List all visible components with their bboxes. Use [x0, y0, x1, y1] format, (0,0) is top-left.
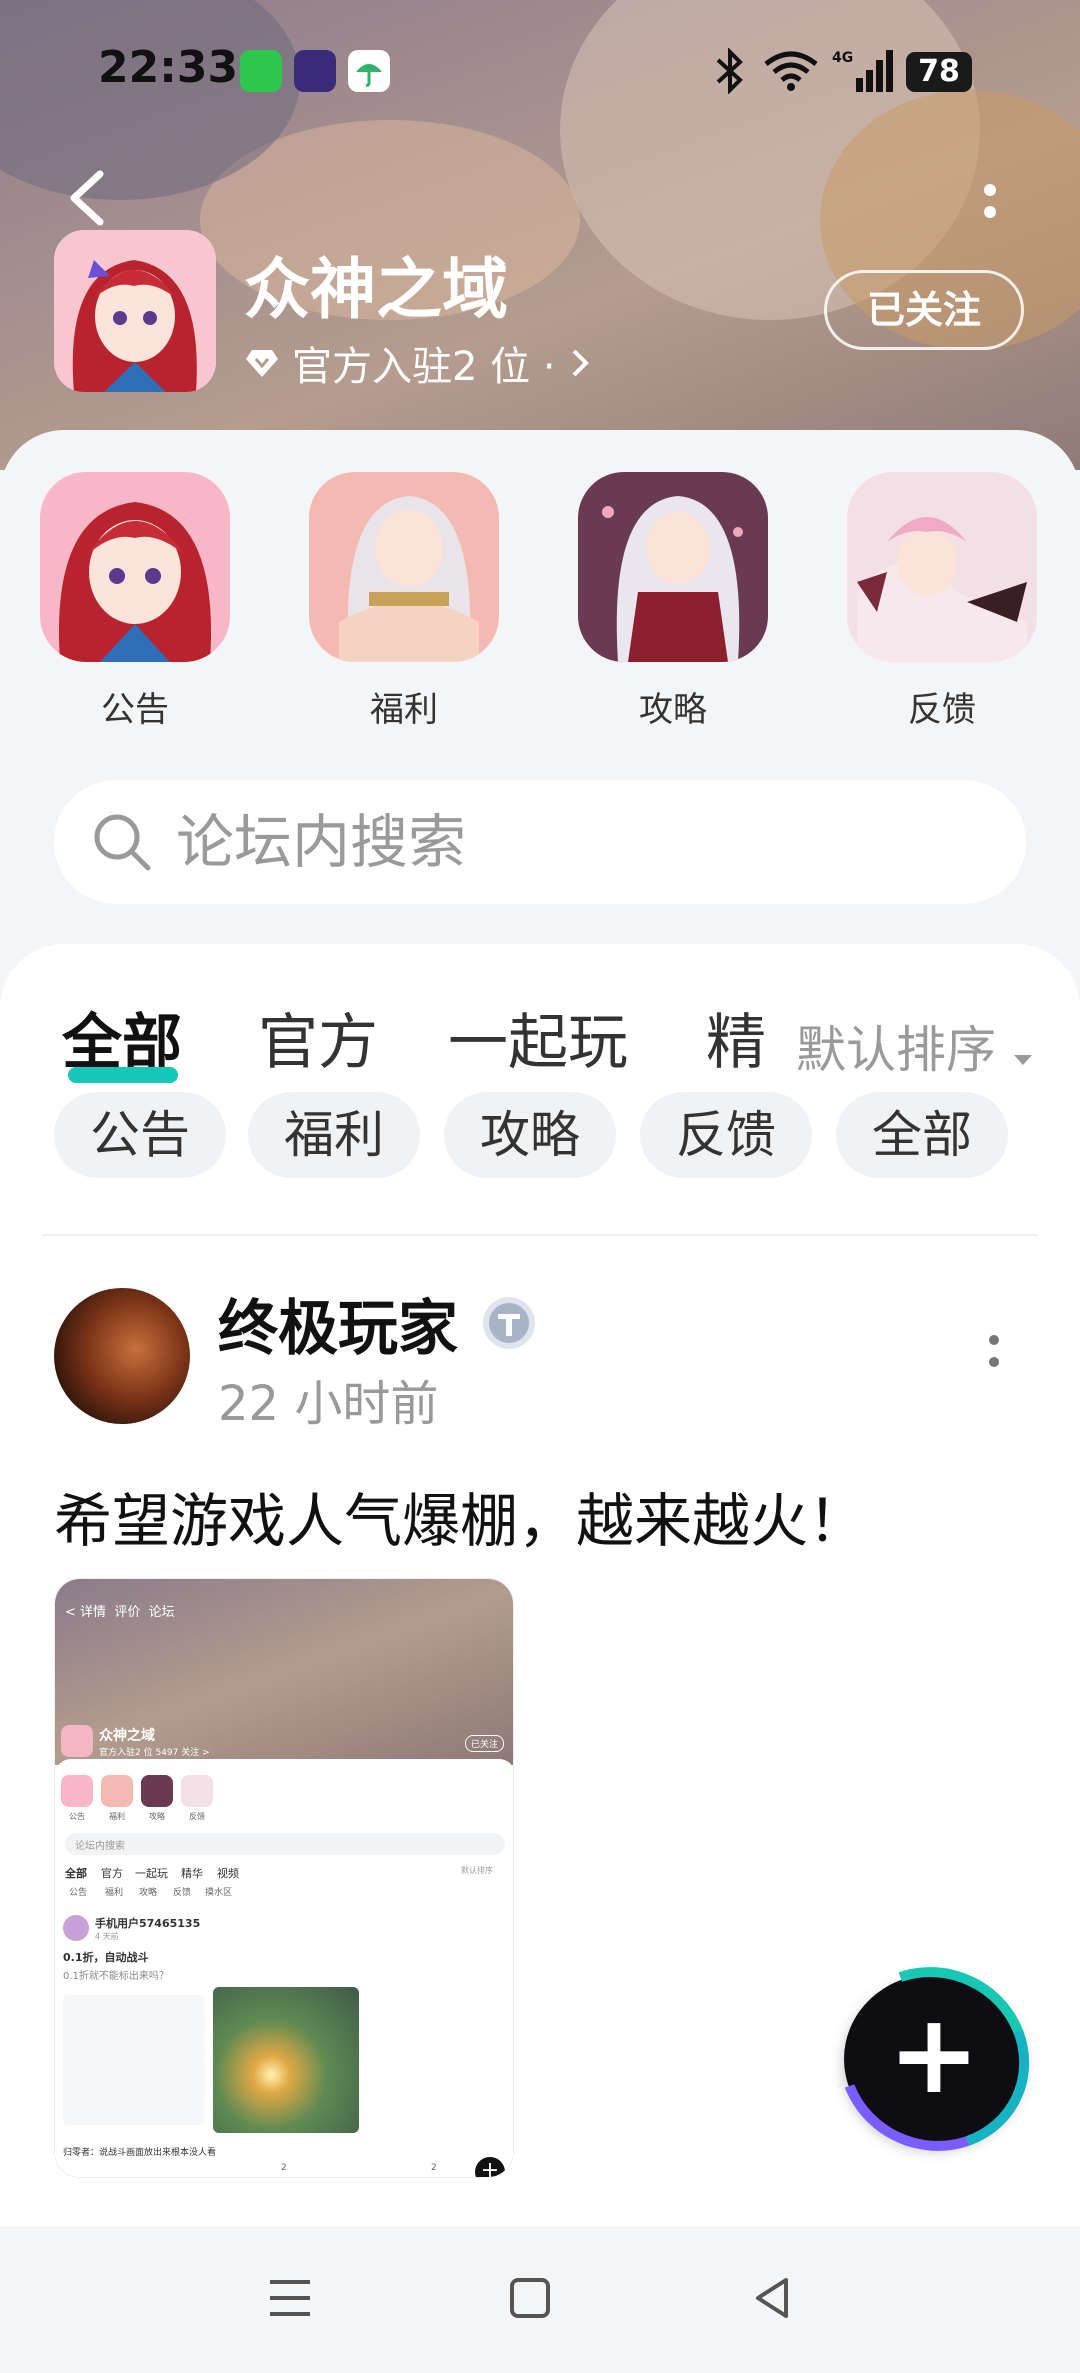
author-name[interactable]: 终极玩家 — [218, 1280, 458, 1367]
image-text: 攻略 — [139, 1888, 158, 1898]
bluetooth-icon — [716, 48, 743, 94]
official-members-text: 官方入驻2 位 · — [292, 344, 556, 390]
shortcut-feedback[interactable]: 反馈 — [847, 472, 1037, 731]
cellular-signal-icon: 4G — [832, 50, 893, 92]
filter-chip-announcement[interactable]: 公告 — [54, 1092, 226, 1178]
image-text: 0.1折就不能标出来吗？ — [63, 1971, 169, 1982]
clock: 22:33 — [98, 42, 239, 93]
image-search — [65, 1833, 505, 1855]
image-text: 公告 — [69, 1888, 88, 1898]
caret-down-icon — [1013, 1055, 1032, 1065]
create-post-button[interactable]: + — [844, 1974, 1024, 2144]
image-shortcut — [141, 1775, 173, 1807]
post-timestamp: 22 小时前 — [218, 1376, 439, 1432]
image-text: 福利 — [105, 1888, 124, 1898]
battery-indicator: 78 — [906, 52, 972, 92]
image-text: 公告 — [69, 1812, 85, 1821]
calendar-16-icon — [294, 50, 336, 92]
search-icon — [94, 814, 151, 871]
more-options-icon[interactable] — [978, 180, 1002, 230]
image-text: 摸水区 — [205, 1888, 233, 1898]
forum-search-bar[interactable] — [54, 780, 1026, 904]
menu-icon[interactable] — [260, 2268, 320, 2328]
image-text: 福利 — [109, 1812, 125, 1821]
post-content[interactable]: 希望游戏人气爆棚，越来越火！ — [54, 1474, 866, 1558]
feedback-thumbnail — [847, 472, 1037, 662]
image-text: 论坛内搜索 — [75, 1841, 125, 1852]
app-icon — [54, 230, 216, 392]
image-text: 0.1折，自动战斗 — [63, 1951, 149, 1964]
follow-button[interactable]: 已关注 — [824, 270, 1024, 350]
welfare-thumbnail — [309, 472, 499, 662]
user-level-badge-icon — [483, 1297, 535, 1349]
category-tabs: 全部 官方 一起玩 精 默认排序 — [0, 974, 1080, 1084]
announcement-thumbnail — [40, 472, 230, 662]
image-text: 4 天前 — [95, 1932, 119, 1941]
image-app-icon — [61, 1725, 93, 1757]
system-nav-bar — [0, 2226, 1080, 2373]
divider — [42, 1234, 1038, 1236]
wifi-icon — [764, 51, 818, 91]
diamond-heart-icon — [246, 350, 278, 377]
image-text: 反馈 — [189, 1812, 205, 1821]
image-text: < 详情 评价 论坛 — [65, 1605, 175, 1620]
back-arrow-icon[interactable] — [64, 168, 108, 228]
image-text: 已关注 — [465, 1735, 505, 1752]
image-shortcut — [101, 1775, 133, 1807]
filter-chip-all[interactable]: 全部 — [836, 1092, 1008, 1178]
image-text: 一起玩 — [135, 1867, 168, 1880]
image-text: 2 — [431, 2163, 437, 2173]
search-input[interactable] — [176, 808, 976, 876]
shortcut-guide[interactable]: 攻略 — [578, 472, 768, 731]
image-text: 手机用户57465135 — [95, 1917, 201, 1930]
back-icon[interactable] — [742, 2268, 802, 2328]
shortcut-label: 攻略 — [639, 690, 707, 730]
shortcut-label: 反馈 — [908, 690, 976, 730]
wechat-icon — [240, 50, 282, 92]
image-avatar — [63, 1915, 89, 1941]
image-text: 反馈 — [173, 1888, 192, 1898]
image-text: 众神之域 — [99, 1728, 155, 1744]
home-icon[interactable] — [500, 2268, 560, 2328]
filter-chip-guide[interactable]: 攻略 — [444, 1092, 616, 1178]
chevron-right-icon — [572, 349, 589, 377]
image-text: 视频 — [217, 1867, 239, 1880]
image-text: 2 — [281, 2163, 287, 2173]
post-image[interactable]: < 详情 评价 论坛 众神之域 官方入驻2 位 5497 关注 > 已关注 公告… — [54, 1578, 514, 2178]
shortcut-announcement[interactable]: 公告 — [40, 472, 230, 731]
official-members-link[interactable]: 官方入驻2 位 · — [244, 334, 592, 392]
image-text: 官方 — [101, 1867, 123, 1880]
image-shortcut — [181, 1775, 213, 1807]
sort-dropdown[interactable]: 默认排序 — [796, 1010, 1034, 1082]
guide-thumbnail — [578, 472, 768, 662]
active-tab-indicator — [68, 1067, 178, 1083]
tab-featured[interactable]: 精 — [706, 994, 766, 1081]
image-thumb-list — [63, 1995, 205, 2125]
filter-chip-welfare[interactable]: 福利 — [248, 1092, 420, 1178]
tab-play-together[interactable]: 一起玩 — [448, 994, 628, 1081]
image-shortcut — [61, 1775, 93, 1807]
image-game-scene — [213, 1987, 359, 2133]
plus-icon: + — [887, 1990, 981, 2118]
image-text: 归零者：说战斗画面放出来根本没人看 — [63, 2148, 217, 2158]
author-avatar[interactable] — [54, 1288, 190, 1424]
umbrella-icon — [348, 50, 390, 92]
sort-label: 默认排序 — [796, 1021, 996, 1079]
post-more-icon[interactable] — [984, 1332, 1004, 1378]
image-text: 精华 — [181, 1867, 203, 1880]
svg-text:4G: 4G — [832, 50, 853, 66]
forum-title: 众神之域 — [244, 251, 508, 328]
shortcut-label: 福利 — [370, 690, 438, 730]
tab-official[interactable]: 官方 — [258, 994, 378, 1081]
shortcut-label: 公告 — [101, 690, 169, 730]
status-bar: 22:33 4G 78 — [0, 0, 1080, 140]
shortcut-welfare[interactable]: 福利 — [309, 472, 499, 731]
image-text: 攻略 — [149, 1812, 165, 1821]
filter-chip-feedback[interactable]: 反馈 — [640, 1092, 812, 1178]
image-text: 默认排序 — [461, 1866, 493, 1875]
image-text: 全部 — [65, 1867, 87, 1880]
image-text: 官方入驻2 位 5497 关注 > — [99, 1748, 210, 1758]
